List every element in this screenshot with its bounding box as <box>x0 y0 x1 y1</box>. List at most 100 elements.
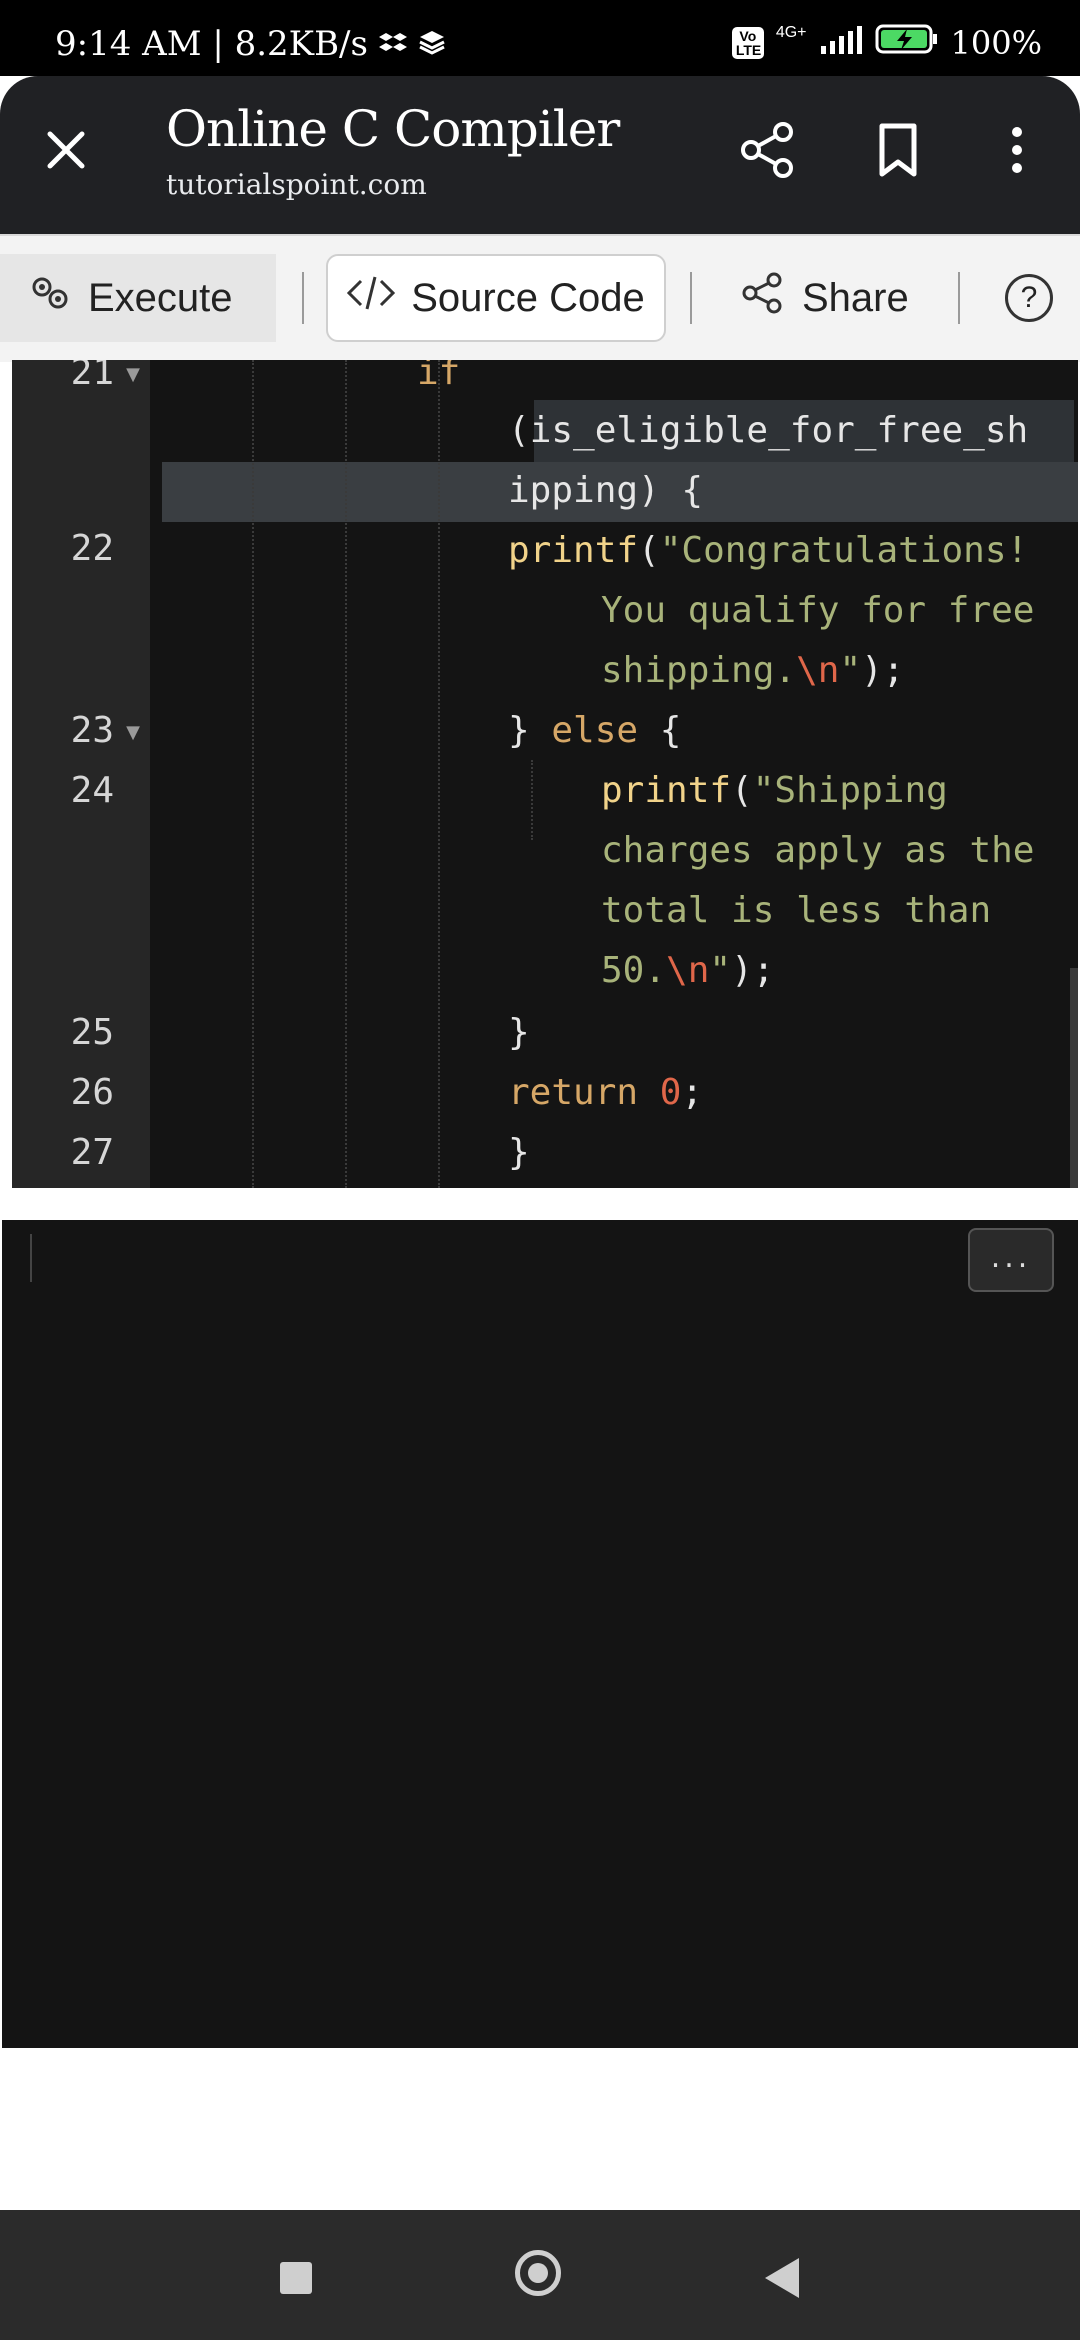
help-button[interactable]: ? <box>1005 254 1053 342</box>
signal-icon <box>819 24 863 62</box>
status-bar: 9:14 AM | 8.2KB/s Vo LTE 4G+ 100% <box>0 0 1080 76</box>
escape-sequence: \n <box>666 950 710 991</box>
line-number: 24 <box>70 770 114 811</box>
string-literal: " <box>839 650 862 691</box>
keyword-return: return <box>508 1072 639 1113</box>
keyword-else: else <box>551 710 639 751</box>
code-line-25: } <box>508 1012 530 1053</box>
code-icon <box>347 273 396 323</box>
browser-toolbar: Online C Compiler tutorialspoint.com <box>0 76 1080 234</box>
layers-icon <box>418 24 446 64</box>
line-number: 22 <box>70 528 114 569</box>
escape-sequence: \n <box>796 650 840 691</box>
string-literal: " <box>709 950 732 991</box>
source-code-label: Source Code <box>411 275 645 320</box>
home-icon[interactable] <box>515 2250 561 2296</box>
site-toolbar: Execute Source Code Share ? <box>0 234 1080 362</box>
page-domain: tutorialspoint.com <box>166 168 427 201</box>
code-line-24-wrap-3: 50.\n"); <box>601 950 774 991</box>
status-time-speed: 9:14 AM | 8.2KB/s <box>55 24 368 64</box>
code-line-24-wrap-1: charges apply as the <box>601 830 1034 871</box>
code-line-24: printf("Shipping <box>601 770 948 811</box>
string-literal: You qualify for free <box>601 590 1035 631</box>
status-right: Vo LTE 4G+ 100% <box>731 24 1042 62</box>
fold-arrow-icon[interactable]: ▼ <box>126 722 140 743</box>
line-number: 21 <box>70 360 114 393</box>
string-literal: "Congratulations! <box>659 530 1029 571</box>
output-console[interactable]: ... <box>2 1220 1078 2048</box>
line-number: 25 <box>70 1012 114 1053</box>
console-more-button[interactable]: ... <box>968 1228 1054 1292</box>
status-left: 9:14 AM | 8.2KB/s <box>55 24 446 64</box>
code-line-22-wrap-1: You qualify for free <box>601 590 1034 631</box>
line-gutter: 21 ▼ 22 23 ▼ 24 25 26 27 <box>12 360 150 1188</box>
bookmark-icon[interactable] <box>866 118 930 182</box>
paren: ( <box>731 770 753 811</box>
toolbar-divider <box>302 272 304 324</box>
share-small-icon <box>740 270 786 326</box>
paren: ( <box>638 530 660 571</box>
identifier: ipping <box>508 470 639 511</box>
battery-percent: 100% <box>950 24 1042 62</box>
volte-icon: Vo LTE <box>731 27 764 59</box>
code-punct: ); <box>861 650 905 691</box>
indent-guide <box>252 360 254 1188</box>
line-number: 27 <box>70 1132 114 1173</box>
code-line-21-wrap-2: ipping) { <box>508 470 703 511</box>
indent-guide <box>438 360 440 1188</box>
execute-label: Execute <box>88 275 233 320</box>
toolbar-divider <box>958 272 960 324</box>
code-punct: } <box>508 710 530 751</box>
more-vert-icon[interactable] <box>985 118 1049 182</box>
editor-scrollbar[interactable] <box>1070 968 1078 1188</box>
code-punct: } <box>508 1012 530 1053</box>
gears-icon <box>28 273 72 323</box>
dropbox-icon <box>378 24 407 64</box>
code-punct: ); <box>731 950 775 991</box>
network-label: 4G+ <box>775 24 807 41</box>
code-line-27: } <box>508 1132 530 1173</box>
keyword-if: if <box>417 360 461 393</box>
string-literal: "Shipping <box>752 770 948 811</box>
code-line-26: return 0; <box>508 1072 703 1113</box>
line-number: 23 <box>70 710 114 751</box>
indent-guide <box>531 760 533 840</box>
string-literal: total is less than <box>601 890 992 931</box>
code-punct: } <box>508 1132 530 1173</box>
code-line-22: printf("Congratulations! <box>508 530 1028 571</box>
back-icon[interactable] <box>765 2258 799 2298</box>
share-icon[interactable] <box>735 118 799 182</box>
string-literal: charges apply as the <box>601 830 1035 871</box>
code-line-23: } else { <box>508 710 681 751</box>
line-number: 26 <box>70 1072 114 1113</box>
system-nav-bar <box>0 2210 1080 2340</box>
paren: ( <box>508 410 530 451</box>
code-punct: { <box>659 710 682 751</box>
code-line-21-wrap-1: (is_eligible_for_free_sh <box>508 410 1028 451</box>
function-name: printf <box>508 530 639 571</box>
fold-arrow-icon[interactable]: ▼ <box>126 364 140 385</box>
console-cursor <box>30 1234 32 1282</box>
recents-icon[interactable] <box>280 2262 312 2294</box>
indent-guide <box>345 360 347 1188</box>
code-line-22-wrap-2: shipping.\n"); <box>601 650 904 691</box>
number-literal: 0 <box>659 1072 682 1113</box>
string-literal: 50. <box>601 950 667 991</box>
identifier: is_eligible_for_free_sh <box>529 410 1029 451</box>
code-line-21: if <box>417 360 460 393</box>
code-punct: ) { <box>638 470 704 511</box>
battery-charging-icon <box>875 24 939 62</box>
code-line-24-wrap-2: total is less than <box>601 890 991 931</box>
execute-button[interactable]: Execute <box>0 254 276 342</box>
help-icon: ? <box>1005 274 1053 322</box>
toolbar-divider <box>690 272 692 324</box>
close-icon[interactable] <box>40 124 92 176</box>
share-button[interactable]: Share <box>740 254 909 342</box>
function-name: printf <box>601 770 732 811</box>
string-literal: shipping. <box>601 650 797 691</box>
code-editor[interactable]: 21 ▼ 22 23 ▼ 24 25 26 27 if (is_eligible… <box>12 360 1078 1188</box>
source-code-button[interactable]: Source Code <box>326 254 666 342</box>
share-label: Share <box>802 275 909 320</box>
page-title: Online C Compiler <box>166 100 620 158</box>
code-punct: ; <box>681 1072 704 1113</box>
